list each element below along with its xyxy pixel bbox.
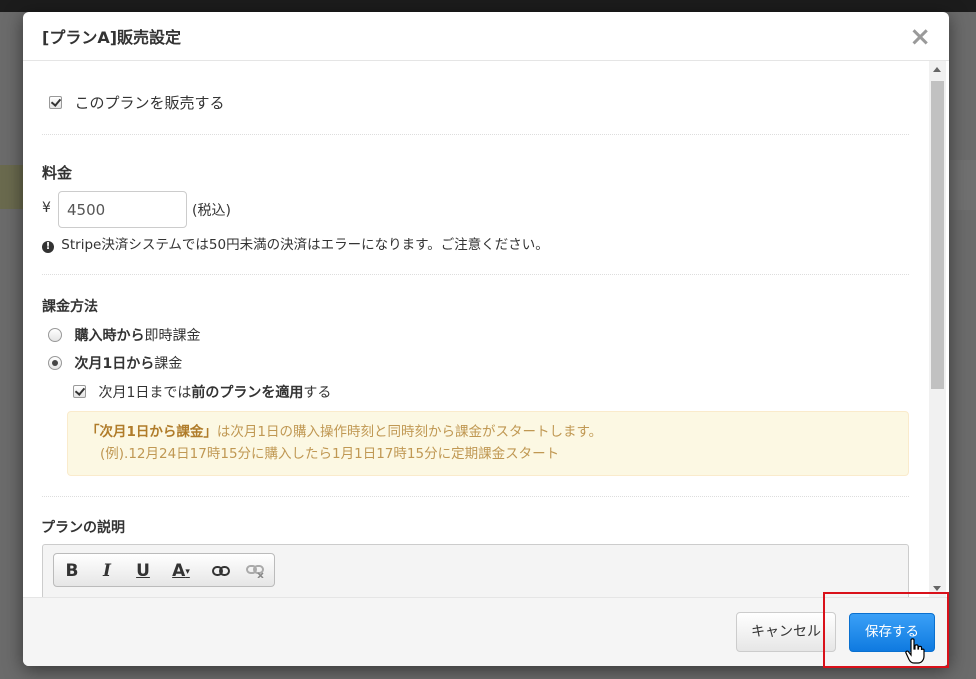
font-color-icon[interactable]: A▾ (164, 558, 198, 584)
notice-line-2: (例).12月24日17時15分に購入したら1月1日17時15分に定期課金スター… (100, 446, 560, 462)
divider (42, 134, 909, 135)
notice-line-1-rest: は次月1日の購入操作時刻と同時刻から課金がスタートします。 (216, 424, 603, 440)
bold-icon[interactable]: B (57, 558, 87, 584)
divider (42, 496, 909, 497)
sell-plan-row[interactable]: このプランを販売する (49, 92, 224, 113)
modal-scrollbar[interactable] (929, 61, 946, 597)
divider (42, 274, 909, 275)
billing-option-next-month-bold: 次月1日から (74, 356, 155, 372)
apply-previous-plan-suffix: する (303, 385, 332, 401)
apply-previous-plan-bold: 前のプランを適用 (191, 385, 304, 401)
modal-footer: キャンセル 保存する (23, 597, 949, 666)
modal-header: [プランA]販売設定 × (23, 12, 949, 61)
background-band (948, 160, 976, 210)
price-heading: 料金 (42, 164, 73, 182)
billing-option-immediate-bold: 購入時から (74, 328, 145, 344)
apply-previous-plan-row[interactable]: 次月1日までは前のプランを適用する (73, 382, 331, 402)
modal-body: このプランを販売する 料金 ¥ (税込) ! Stripe決済システムでは50円… (23, 61, 949, 597)
cancel-button[interactable]: キャンセル (736, 612, 836, 652)
billing-option-immediate-rest: 即時課金 (144, 328, 201, 344)
price-warning: ! Stripe決済システムでは50円未満の決済はエラーになります。ご注意くださ… (42, 233, 549, 253)
notice-strong: 「次月1日から課金」 (86, 424, 217, 440)
tax-included-label: (税込) (192, 203, 231, 219)
apply-previous-plan-prefix: 次月1日までは (98, 385, 192, 401)
price-input[interactable] (58, 191, 187, 228)
italic-icon[interactable]: I (92, 558, 122, 584)
background-topbar (0, 0, 976, 12)
sell-plan-checkbox[interactable] (49, 96, 62, 109)
caret-down-icon: ▾ (185, 567, 190, 577)
apply-previous-plan-checkbox[interactable] (73, 385, 86, 398)
price-warning-text: Stripe決済システムでは50円未満の決済はエラーになります。ご注意ください。 (61, 237, 549, 253)
billing-option-next-month-rest: 課金 (154, 356, 183, 372)
editor-toolbar: B I U A▾ (53, 553, 275, 587)
sales-settings-modal: [プランA]販売設定 × このプランを販売する 料金 ¥ (税込) ! Stri… (23, 12, 949, 666)
modal-title: [プランA]販売設定 (42, 28, 182, 47)
billing-option-next-month-radio[interactable] (48, 356, 62, 370)
billing-option-immediate-radio[interactable] (48, 328, 62, 342)
link-icon[interactable] (206, 558, 236, 584)
billing-option-immediate[interactable]: 購入時から即時課金 (48, 325, 200, 345)
currency-symbol: ¥ (42, 200, 51, 216)
underline-icon[interactable]: U (128, 558, 158, 584)
save-button-highlight (823, 592, 949, 668)
notice-line-1: 「次月1日から課金」は次月1日の購入操作時刻と同時刻から課金がスタートします。 (86, 421, 890, 443)
hand-cursor-icon (905, 638, 925, 664)
billing-notice: 「次月1日から課金」は次月1日の購入操作時刻と同時刻から課金がスタートします。 … (67, 411, 909, 476)
close-icon[interactable]: × (909, 24, 931, 50)
description-editor: B I U A▾ (42, 544, 909, 597)
scroll-up-icon[interactable] (933, 67, 941, 72)
background-row (0, 165, 24, 209)
warning-icon: ! (42, 241, 54, 253)
billing-option-next-month[interactable]: 次月1日から課金 (48, 353, 182, 373)
billing-heading: 課金方法 (42, 299, 98, 315)
description-heading: プランの説明 (41, 520, 125, 536)
sell-plan-label: このプランを販売する (74, 94, 225, 112)
scroll-down-icon[interactable] (933, 586, 941, 591)
scroll-thumb[interactable] (931, 81, 944, 389)
unlink-icon[interactable] (240, 558, 270, 584)
